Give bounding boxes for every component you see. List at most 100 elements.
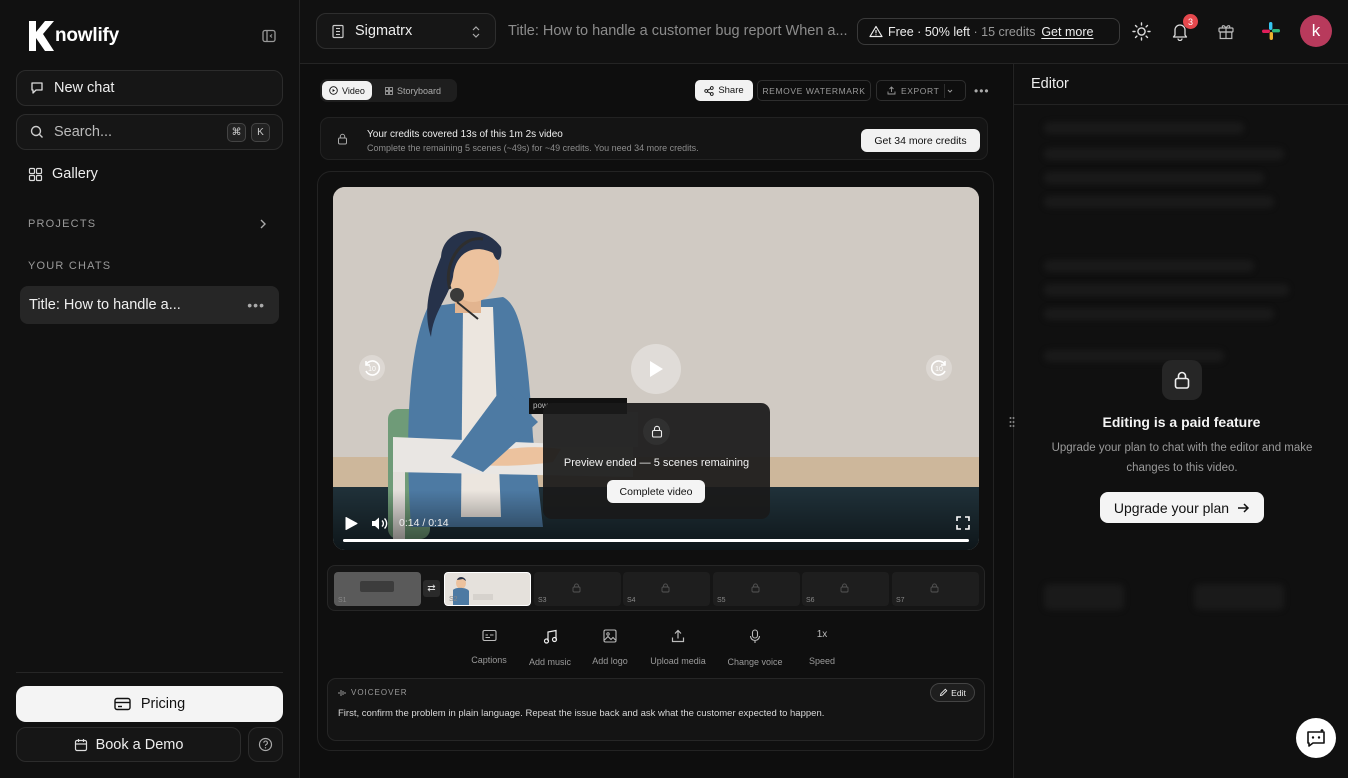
new-chat-icon	[31, 82, 43, 94]
share-label: Share	[718, 85, 744, 96]
scene-thumbnail[interactable]: S1	[334, 572, 421, 606]
editor-panel: Editor Editing is a paid feature Upgrade…	[1013, 64, 1348, 778]
blurred-content	[1044, 122, 1244, 134]
share-button[interactable]: Share	[695, 80, 753, 101]
lock-icon	[840, 583, 849, 593]
captions-tool[interactable]: Captions	[454, 629, 524, 665]
search-placeholder: Search...	[54, 124, 113, 140]
storyboard-grid-icon	[385, 86, 393, 95]
paid-feature-description: Upgrade your plan to chat with the edito…	[1051, 442, 1313, 474]
scene-label: S2	[449, 596, 458, 603]
help-button[interactable]	[248, 727, 283, 762]
play-icon[interactable]	[344, 516, 358, 531]
paid-feature-title: Editing is a paid feature	[1102, 414, 1261, 430]
edit-label: Edit	[951, 687, 966, 698]
video-player[interactable]: pow 10 10 Preview ended — 5 scenes remai…	[333, 187, 979, 550]
scene-thumbnail-locked[interactable]: S5	[713, 572, 800, 606]
export-divider	[944, 84, 945, 98]
scene-label: S6	[806, 597, 815, 604]
rewind-10-icon[interactable]: 10	[357, 353, 387, 383]
search-icon	[30, 125, 43, 138]
tab-storyboard[interactable]: Storyboard	[378, 81, 448, 100]
slack-icon[interactable]	[1261, 21, 1281, 41]
edit-voiceover-button[interactable]: Edit	[930, 683, 975, 702]
upgrade-plan-button[interactable]: Upgrade your plan	[1100, 492, 1264, 523]
lock-icon	[572, 583, 581, 593]
sidebar: nowlify New chat Search... ⌘ K Gallery P…	[0, 0, 300, 778]
change-voice-label: Change voice	[727, 657, 783, 667]
brand-logo[interactable]: nowlify	[27, 19, 119, 53]
usage-label: 50% left	[924, 24, 970, 39]
new-chat-button[interactable]: New chat	[16, 70, 283, 106]
collapse-sidebar-icon[interactable]	[261, 28, 277, 44]
book-demo-button[interactable]: Book a Demo	[16, 727, 241, 762]
upload-media-tool[interactable]: Upload media	[643, 629, 713, 666]
arrow-right-icon	[1238, 502, 1250, 513]
add-music-label: Add music	[528, 657, 572, 667]
svg-text:10: 10	[935, 366, 943, 373]
lock-icon	[930, 583, 939, 593]
user-avatar[interactable]: k	[1300, 15, 1332, 47]
add-logo-tool[interactable]: Add logo	[575, 629, 645, 666]
speed-tool[interactable]: 1x Speed	[787, 629, 857, 666]
more-options-icon[interactable]: •••	[247, 297, 265, 313]
voiceover-text[interactable]: First, confirm the problem in plain lang…	[338, 708, 824, 719]
scene-thumbnail-locked[interactable]: S3	[534, 572, 621, 606]
scene-label: S7	[896, 597, 905, 604]
complete-video-button[interactable]: Complete video	[607, 480, 705, 503]
projects-heading[interactable]: PROJECTS	[28, 218, 96, 230]
pricing-button[interactable]: Pricing	[16, 686, 283, 722]
chevron-down-icon[interactable]	[946, 87, 954, 95]
progress-bar[interactable]	[343, 539, 969, 542]
resize-handle-icon[interactable]	[1008, 416, 1016, 428]
scene-thumbnail-locked[interactable]: S7	[892, 572, 979, 606]
top-bar: Sigmatrx Title: How to handle a customer…	[300, 0, 1348, 64]
play-circle-icon	[329, 86, 338, 95]
volume-icon[interactable]	[371, 516, 388, 531]
workspace-name: Sigmatrx	[355, 23, 413, 39]
get-more-link[interactable]: Get more	[1041, 25, 1093, 39]
document-title: Title: How to handle a customer bug repo…	[508, 23, 848, 39]
view-tabs: Video Storyboard	[320, 79, 457, 102]
svg-text:10: 10	[368, 366, 376, 373]
transition-swap-icon[interactable]: ⇄	[423, 580, 440, 597]
chat-assistant-button[interactable]	[1296, 718, 1336, 758]
gift-icon[interactable]	[1217, 22, 1235, 40]
lock-icon	[751, 583, 760, 593]
blurred-content	[1044, 584, 1124, 610]
fullscreen-icon[interactable]	[956, 516, 970, 530]
image-icon	[603, 629, 617, 643]
gallery-link[interactable]: Gallery	[28, 166, 98, 182]
remove-watermark-button[interactable]: REMOVE WATERMARK	[757, 80, 871, 101]
upload-media-label: Upload media	[650, 656, 706, 666]
get-more-credits-button[interactable]: Get 34 more credits	[861, 129, 980, 152]
scene-thumbnail-active[interactable]: S2	[444, 572, 531, 606]
scene-label: S1	[338, 597, 347, 604]
scene-thumbnail-locked[interactable]: S6	[802, 572, 889, 606]
center-play-button[interactable]	[631, 344, 681, 394]
blurred-content	[1194, 584, 1284, 610]
scene-thumbnail-locked[interactable]: S4	[623, 572, 710, 606]
chat-list-item[interactable]: Title: How to handle a... •••	[20, 286, 279, 324]
tab-video[interactable]: Video	[322, 81, 372, 100]
brand-name: nowlify	[55, 25, 120, 46]
theme-toggle-icon[interactable]	[1132, 22, 1151, 41]
new-chat-label: New chat	[54, 80, 115, 96]
captions-icon	[481, 629, 497, 642]
export-button[interactable]: EXPORT	[876, 80, 966, 101]
scene-label: S4	[627, 597, 636, 604]
credit-card-icon	[114, 697, 131, 711]
book-demo-label: Book a Demo	[95, 736, 184, 753]
blurred-content	[1044, 172, 1264, 184]
calendar-icon	[74, 738, 87, 751]
workspace-selector[interactable]: Sigmatrx	[316, 13, 496, 49]
forward-10-icon[interactable]: 10	[924, 353, 954, 383]
lock-icon	[338, 133, 347, 145]
chevron-right-icon[interactable]	[258, 218, 268, 230]
more-actions-icon[interactable]: •••	[974, 84, 990, 98]
search-input[interactable]: Search... ⌘ K	[16, 114, 283, 150]
tab-storyboard-label: Storyboard	[397, 85, 442, 96]
change-voice-tool[interactable]: Change voice	[720, 629, 790, 667]
chevron-up-down-icon	[472, 26, 480, 38]
blurred-content	[1044, 260, 1254, 272]
